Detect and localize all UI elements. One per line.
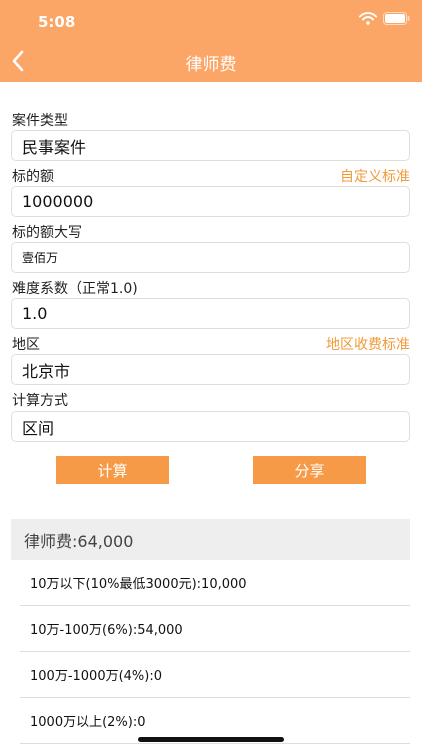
amount-caps-field: 壹佰万 xyxy=(11,242,410,273)
list-item: 100万-1000万(4%):0 xyxy=(20,652,410,698)
list-item: 10万-100万(6%):54,000 xyxy=(20,606,410,652)
amount-caps-label: 标的额大写 xyxy=(12,225,82,241)
wifi-icon xyxy=(359,12,377,25)
difficulty-label: 难度系数（正常1.0) xyxy=(12,281,138,297)
status-time: 5:08 xyxy=(38,13,76,31)
calculate-button[interactable]: 计算 xyxy=(56,456,169,484)
fee-total: 律师费:64,000 xyxy=(11,519,410,560)
custom-standard-link[interactable]: 自定义标准 xyxy=(340,166,410,186)
case-type-select[interactable]: 民事案件 xyxy=(11,130,410,161)
difficulty-input[interactable]: 1.0 xyxy=(11,298,410,329)
top-bar: 5:08 律师费 xyxy=(0,0,422,82)
method-label: 计算方式 xyxy=(12,393,68,409)
share-button[interactable]: 分享 xyxy=(253,456,366,484)
list-item: 10万以下(10%最低3000元):10,000 xyxy=(20,560,410,606)
amount-label: 标的额 xyxy=(12,169,54,185)
method-select[interactable]: 区间 xyxy=(11,411,410,442)
status-icons xyxy=(359,12,410,25)
amount-input[interactable]: 1000000 xyxy=(11,186,410,217)
battery-icon xyxy=(383,12,410,25)
region-label: 地区 xyxy=(12,337,40,353)
page-title: 律师费 xyxy=(185,55,237,75)
home-indicator xyxy=(138,737,284,742)
region-standard-link[interactable]: 地区收费标准 xyxy=(326,334,410,354)
case-type-label: 案件类型 xyxy=(12,113,68,129)
region-select[interactable]: 北京市 xyxy=(11,354,410,385)
